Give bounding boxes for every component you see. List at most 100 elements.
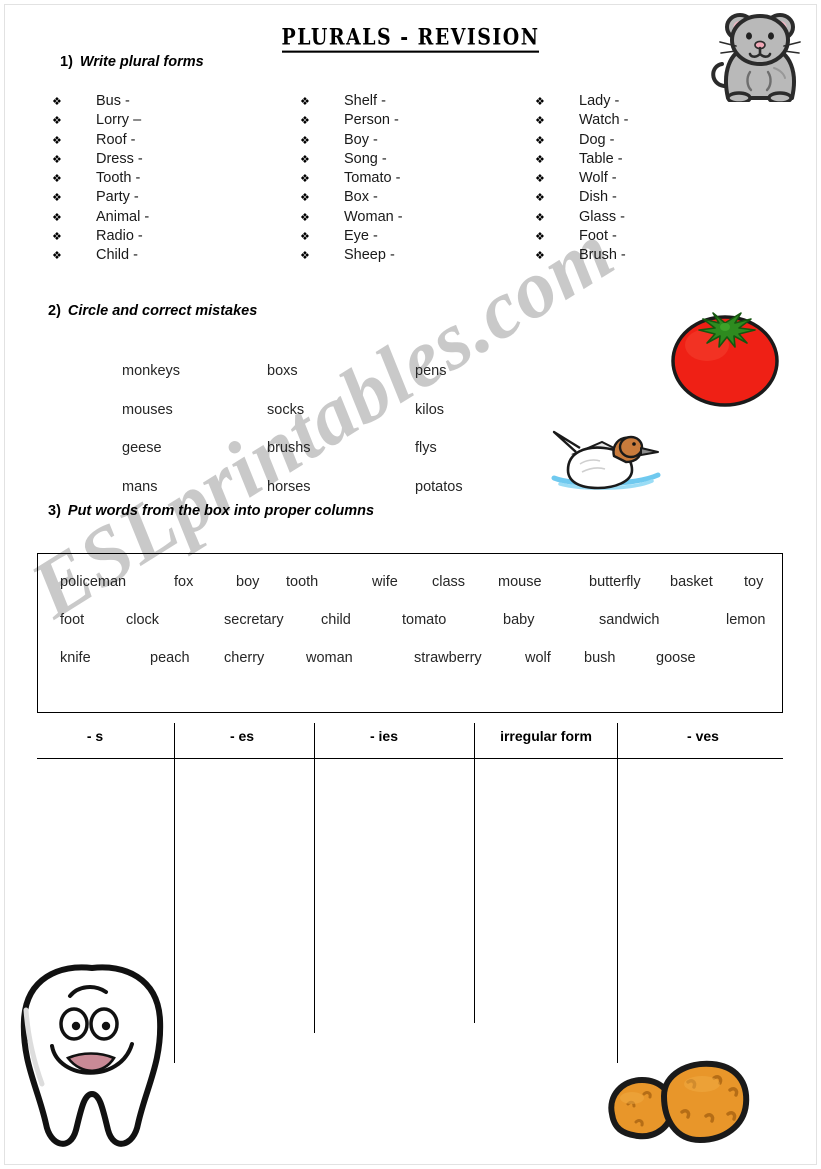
- list-item: ❖ Radio -: [52, 228, 149, 247]
- exercise1-word: Wolf -: [579, 170, 617, 187]
- word-bank-item: butterfly: [589, 574, 641, 590]
- word-bank-item: secretary: [224, 612, 284, 628]
- column-divider-4: [617, 723, 618, 1063]
- column-header-ves: - ves: [687, 728, 719, 744]
- diamond-bullet-icon: ❖: [535, 153, 545, 166]
- word-bank-item: tomato: [402, 612, 447, 628]
- exercise1-word: Song -: [344, 150, 387, 167]
- exercise1-word: Animal -: [96, 208, 150, 225]
- list-item: ❖ Sheep -: [300, 247, 403, 266]
- mouse-illustration: [706, 6, 810, 107]
- exercise3-number: 3): [48, 503, 61, 519]
- list-item: ❖ Boy -: [300, 132, 403, 151]
- exercise1-word: Sheep -: [344, 247, 395, 264]
- list-item: ❖ Foot -: [535, 228, 628, 247]
- list-item: ❖ Glass -: [535, 209, 628, 228]
- exercise1-word: Brush -: [579, 247, 626, 264]
- word-bank-item: peach: [150, 650, 190, 666]
- column-divider-3: [474, 723, 475, 1023]
- column-divider-1: [174, 723, 175, 1063]
- exercise3-heading-text: Put words from the box into proper colum…: [67, 503, 375, 519]
- exercise2-word: brushs: [267, 440, 311, 456]
- list-item: ❖ Dog -: [535, 132, 628, 151]
- exercise1-column-3: ❖ Lady - ❖ Watch - ❖ Dog - ❖ Table - ❖ Wolf -…: [535, 93, 628, 267]
- diamond-bullet-icon: ❖: [300, 153, 310, 166]
- exercise1-word: Dish -: [579, 189, 617, 206]
- diamond-bullet-icon: ❖: [52, 192, 62, 205]
- diamond-bullet-icon: ❖: [535, 134, 545, 147]
- exercise1-number: 1): [60, 54, 73, 70]
- list-item: ❖ Person -: [300, 112, 403, 131]
- exercise2-word: kilos: [415, 401, 445, 418]
- word-bank-item: knife: [60, 650, 91, 666]
- exercise2-word: mouses: [122, 401, 173, 418]
- diamond-bullet-icon: ❖: [535, 173, 545, 186]
- word-bank-item: tooth: [286, 574, 319, 590]
- diamond-bullet-icon: ❖: [300, 231, 310, 244]
- exercise1-word: Box -: [344, 189, 378, 206]
- exercise1-heading-text: Write plural forms: [79, 54, 204, 70]
- exercise2-word: socks: [267, 401, 305, 418]
- word-bank-item: bush: [584, 650, 616, 666]
- diamond-bullet-icon: ❖: [535, 96, 545, 108]
- diamond-bullet-icon: ❖: [535, 231, 545, 244]
- exercise1-word: Boy -: [344, 131, 378, 148]
- list-item: ❖ Woman -: [300, 209, 403, 228]
- word-bank-item: mouse: [498, 574, 542, 590]
- column-header-es: - es: [229, 728, 255, 744]
- diamond-bullet-icon: ❖: [52, 250, 62, 263]
- column-divider-2: [314, 723, 315, 1033]
- word-bank-item: class: [432, 574, 466, 590]
- exercise1-word: Person -: [344, 112, 399, 129]
- diamond-bullet-icon: ❖: [52, 96, 62, 108]
- diamond-bullet-icon: ❖: [300, 250, 310, 263]
- diamond-bullet-icon: ❖: [535, 115, 545, 128]
- word-bank-item: cherry: [224, 650, 265, 666]
- list-item: ❖ Dish -: [535, 189, 628, 208]
- word-bank-item: goose: [656, 650, 696, 666]
- page-title-text: PLURALS - REVISION: [281, 23, 540, 53]
- exercise1-word: Party -: [96, 189, 139, 206]
- list-item: ❖ Tomato -: [300, 170, 403, 189]
- column-header-s: - s: [86, 728, 104, 744]
- exercise1-word: Glass -: [579, 208, 625, 225]
- column-header-irregular: irregular form: [500, 728, 592, 744]
- column-header-ies: - ies: [369, 728, 399, 744]
- exercise1-word: Table -: [579, 150, 623, 167]
- list-item: ❖ Dress -: [52, 151, 149, 170]
- word-bank-item: lemon: [726, 612, 766, 628]
- diamond-bullet-icon: ❖: [300, 211, 310, 224]
- table-row: mouses socks kilos: [122, 402, 555, 441]
- word-bank-item: strawberry: [414, 650, 482, 666]
- exercise1-word: Bus -: [96, 93, 130, 109]
- diamond-bullet-icon: ❖: [300, 115, 310, 128]
- exercise2-word: potatos: [415, 478, 463, 495]
- word-bank-item: baby: [503, 612, 535, 628]
- list-item: ❖ Lorry –: [52, 112, 149, 131]
- exercise1-column-1: ❖ Bus - ❖ Lorry – ❖ Roof - ❖ Dress - ❖ Tooth …: [52, 93, 149, 267]
- exercise2-word: boxs: [267, 363, 298, 379]
- list-item: ❖ Table -: [535, 151, 628, 170]
- exercise2-number: 2): [48, 303, 61, 319]
- word-bank-item: fox: [174, 574, 194, 590]
- list-item: ❖ Song -: [300, 151, 403, 170]
- word-bank-item: basket: [670, 574, 713, 590]
- exercise2-heading: 2) Circle and correct mistakes: [48, 303, 257, 319]
- duck-illustration: [548, 428, 664, 503]
- diamond-bullet-icon: ❖: [300, 173, 310, 186]
- exercise1-word: Foot -: [579, 228, 617, 245]
- exercise1-word: Lorry –: [96, 112, 142, 129]
- table-row: monkeys boxs pens: [122, 363, 555, 402]
- list-item: ❖ Brush -: [535, 247, 628, 266]
- list-item: ❖ Lady -: [535, 93, 628, 112]
- list-item: ❖ Wolf -: [535, 170, 628, 189]
- exercise1-word: Woman -: [344, 208, 403, 225]
- exercise1-word: Watch -: [579, 112, 629, 129]
- word-bank-item: foot: [60, 612, 85, 628]
- diamond-bullet-icon: ❖: [535, 250, 545, 263]
- diamond-bullet-icon: ❖: [52, 134, 62, 147]
- worksheet-page: ESLprintables.com PLURALS - REVISION 1) …: [0, 0, 821, 1169]
- exercise1-word: Tooth -: [96, 170, 141, 187]
- exercise1-word: Radio -: [96, 228, 143, 245]
- exercise1-word: Shelf -: [344, 93, 386, 109]
